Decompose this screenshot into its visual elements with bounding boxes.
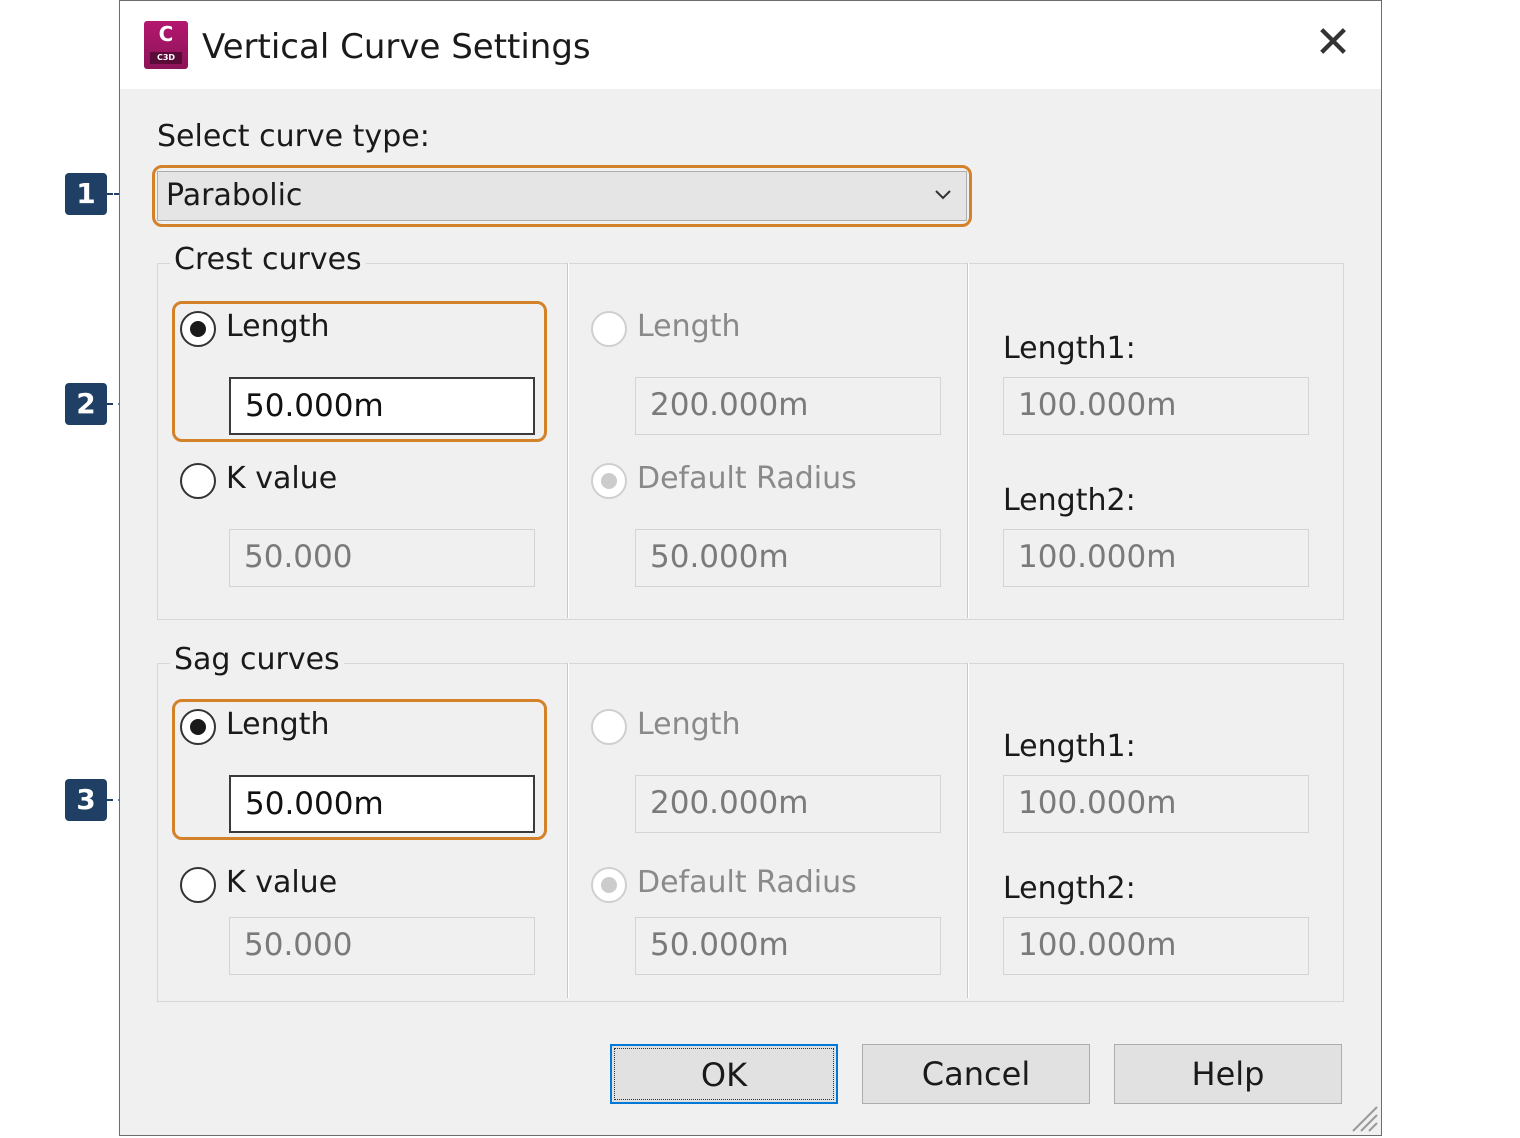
sag-kvalue-radio[interactable] xyxy=(180,867,216,903)
radio-dot xyxy=(601,877,617,893)
resize-grip-icon[interactable] xyxy=(1343,1097,1379,1133)
help-button-label: Help xyxy=(1191,1055,1265,1093)
sag-default-radius-input[interactable]: 50.000m xyxy=(635,917,941,975)
radio-dot xyxy=(601,473,617,489)
sag-separator-2 xyxy=(967,663,969,998)
sag-length2-label: Length2: xyxy=(1003,871,1136,906)
callout-3: 3 xyxy=(65,779,107,821)
sag-curves-legend: Sag curves xyxy=(170,642,344,677)
app-icon-sub: C3D xyxy=(150,52,182,64)
crest-length2-label: Length2: xyxy=(1003,483,1136,518)
crest-length1-input[interactable]: 100.000m xyxy=(1003,377,1309,435)
crest-kvalue-radio[interactable] xyxy=(180,463,216,499)
callout-1: 1 xyxy=(65,173,107,215)
sag-kvalue-label: K value xyxy=(226,865,338,900)
crest-length1-label: Length1: xyxy=(1003,331,1136,366)
title-bar[interactable]: C C3D Vertical Curve Settings ✕ xyxy=(120,1,1381,89)
highlight-curve-type xyxy=(152,165,972,227)
sag-separator-1 xyxy=(567,663,569,998)
callout-2: 2 xyxy=(65,383,107,425)
sag-default-radius-radio[interactable] xyxy=(591,867,627,903)
ok-button[interactable]: OK xyxy=(610,1044,838,1104)
crest-kvalue-label: K value xyxy=(226,461,338,496)
crest-default-radius-radio[interactable] xyxy=(591,463,627,499)
sag-col2-length-input[interactable]: 200.000m xyxy=(635,775,941,833)
sag-default-radius-label: Default Radius xyxy=(637,865,857,900)
close-icon[interactable]: ✕ xyxy=(1311,21,1355,65)
focus-rect xyxy=(614,1048,834,1100)
crest-col2-length-label: Length xyxy=(637,309,741,344)
highlight-crest-length xyxy=(172,301,547,442)
sag-length2-input[interactable]: 100.000m xyxy=(1003,917,1309,975)
crest-length2-input[interactable]: 100.000m xyxy=(1003,529,1309,587)
crest-separator-1 xyxy=(567,263,569,618)
window-title: Vertical Curve Settings xyxy=(202,27,591,67)
crest-kvalue-input[interactable]: 50.000 xyxy=(229,529,535,587)
sag-col2-length-label: Length xyxy=(637,707,741,742)
sag-length1-input[interactable]: 100.000m xyxy=(1003,775,1309,833)
sag-kvalue-input[interactable]: 50.000 xyxy=(229,917,535,975)
help-button[interactable]: Help xyxy=(1114,1044,1342,1104)
crest-col2-length-input[interactable]: 200.000m xyxy=(635,377,941,435)
app-icon-letter: C xyxy=(158,22,174,46)
civil3d-app-icon: C C3D xyxy=(144,21,188,69)
crest-separator-2 xyxy=(967,263,969,618)
crest-default-radius-label: Default Radius xyxy=(637,461,857,496)
crest-default-radius-input[interactable]: 50.000m xyxy=(635,529,941,587)
cancel-button[interactable]: Cancel xyxy=(862,1044,1090,1104)
highlight-sag-length xyxy=(172,699,547,840)
crest-curves-legend: Crest curves xyxy=(170,242,366,277)
crest-col2-length-radio[interactable] xyxy=(591,311,627,347)
sag-length1-label: Length1: xyxy=(1003,729,1136,764)
vertical-curve-settings-dialog: C C3D Vertical Curve Settings ✕ Select c… xyxy=(119,0,1382,1136)
sag-col2-length-radio[interactable] xyxy=(591,709,627,745)
curve-type-label: Select curve type: xyxy=(157,119,430,154)
cancel-button-label: Cancel xyxy=(921,1055,1031,1093)
